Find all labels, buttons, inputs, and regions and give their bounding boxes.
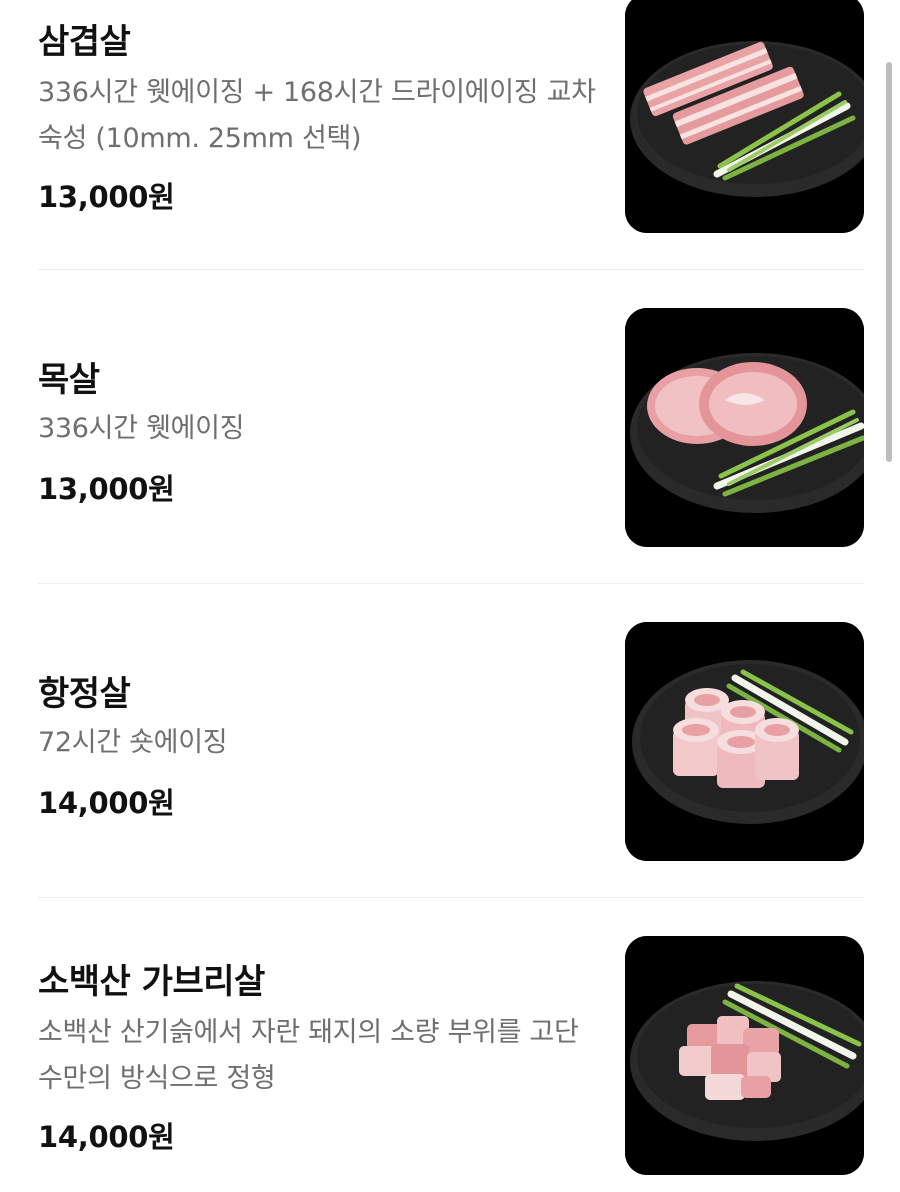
pork-neck-image bbox=[625, 308, 864, 547]
menu-item-samgyeopsal[interactable]: 삼겹살 336시간 웻에이징 + 168시간 드라이에이징 교차숙성 (10mm… bbox=[38, 0, 864, 240]
pork-belly-photo[interactable] bbox=[625, 0, 864, 233]
pork-gabrisal-image bbox=[625, 936, 864, 1175]
menu-item-description: 소백산 산기슭에서 자란 돼지의 소량 부위를 고단수만의 방식으로 정형 bbox=[38, 1017, 579, 1094]
pork-jowl-photo[interactable] bbox=[625, 622, 864, 861]
menu-item-hangjeongsal[interactable]: 항정살 72시간 숏에이징 14,000원 bbox=[38, 614, 864, 864]
pork-jowl-image bbox=[625, 622, 864, 861]
divider bbox=[38, 269, 864, 270]
menu-item-price: 14,000원 bbox=[38, 1120, 175, 1154]
scrollbar[interactable] bbox=[886, 62, 892, 462]
divider bbox=[38, 583, 864, 584]
menu-item-description: 336시간 웻에이징 bbox=[38, 413, 245, 444]
menu-item-price: 14,000원 bbox=[38, 786, 175, 820]
divider bbox=[38, 897, 864, 898]
menu-item-name: 소백산 가브리살 bbox=[38, 962, 265, 1002]
menu-item-name: 삼겹살 bbox=[38, 22, 131, 62]
menu-list: 삼겹살 336시간 웻에이징 + 168시간 드라이에이징 교차숙성 (10mm… bbox=[0, 0, 900, 1192]
menu-item-name: 항정살 bbox=[38, 674, 131, 714]
menu-item-name: 목살 bbox=[38, 360, 100, 400]
pork-belly-image bbox=[625, 0, 864, 233]
menu-item-description: 336시간 웻에이징 + 168시간 드라이에이징 교차숙성 (10mm. 25… bbox=[38, 77, 596, 154]
pork-gabrisal-photo[interactable] bbox=[625, 936, 864, 1175]
pork-neck-photo[interactable] bbox=[625, 308, 864, 547]
menu-item-price: 13,000원 bbox=[38, 472, 175, 506]
menu-item-gabrisal[interactable]: 소백산 가브리살 소백산 산기슭에서 자란 돼지의 소량 부위를 고단수만의 방… bbox=[38, 928, 864, 1192]
menu-item-moksal[interactable]: 목살 336시간 웻에이징 13,000원 bbox=[38, 300, 864, 550]
menu-item-price: 13,000원 bbox=[38, 180, 175, 214]
menu-item-description: 72시간 숏에이징 bbox=[38, 727, 228, 758]
